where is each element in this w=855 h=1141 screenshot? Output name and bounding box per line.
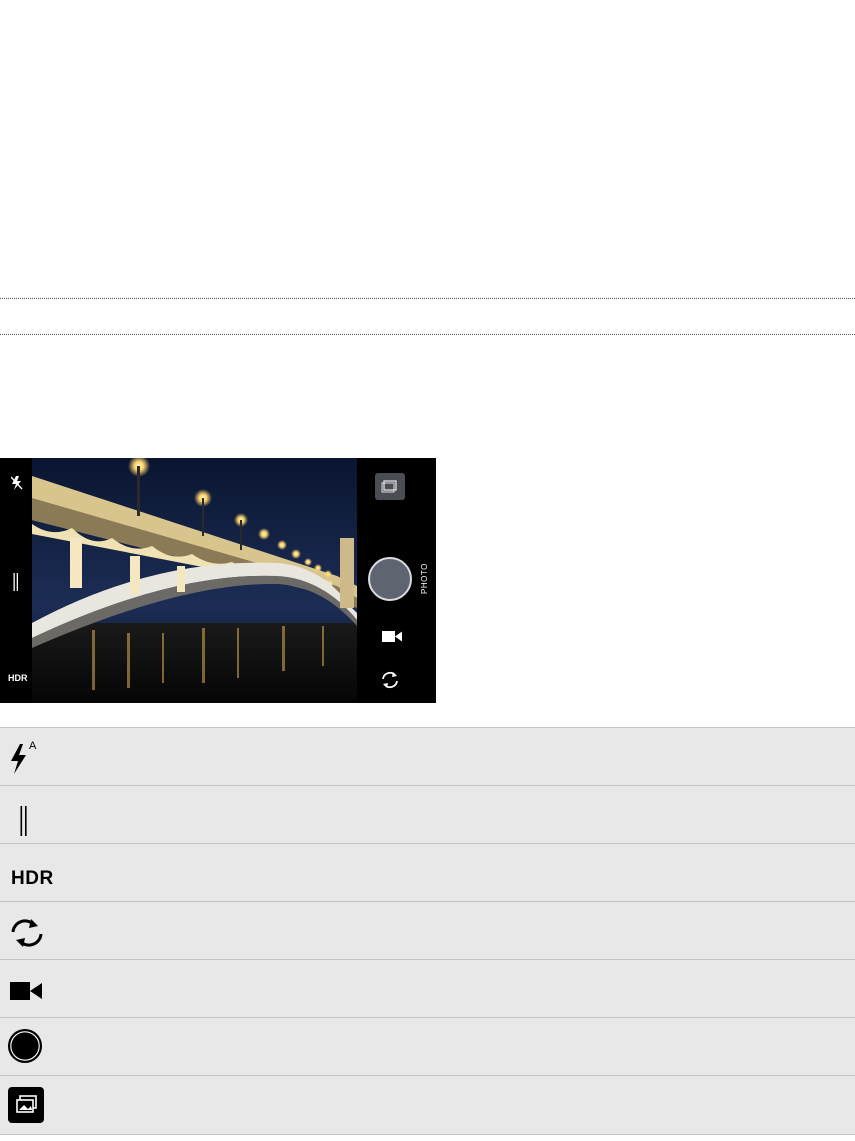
gallery-icon [8,1087,44,1123]
tone-slider-icon[interactable] [13,573,19,596]
divider-top [0,298,855,299]
viewfinder-image [32,458,357,703]
divider-bottom [0,334,855,335]
icon-legend-table: A HDR [0,727,855,1135]
gallery-icon[interactable] [375,473,405,505]
flash-auto-icon: A [9,740,45,776]
switch-camera-icon [9,916,45,950]
shutter-icon [7,1028,43,1064]
video-icon[interactable] [382,630,402,648]
tone-slider-icon [20,804,56,838]
legend-row-gallery [0,1075,855,1135]
legend-row-shutter [0,1017,855,1075]
legend-row-flash: A [0,727,855,785]
hdr-icon[interactable]: HDR [8,673,28,683]
shutter-button[interactable] [368,557,412,601]
video-icon [10,974,46,1008]
flash-off-icon[interactable] [10,476,23,495]
hdr-label: HDR [11,868,54,889]
switch-camera-icon[interactable] [380,670,400,695]
flash-auto-label: A [29,740,37,752]
legend-row-video [0,959,855,1017]
legend-row-hdr: HDR [0,843,855,901]
legend-row-tone-slider [0,785,855,843]
mode-label[interactable]: PHOTO [420,563,429,594]
legend-row-switch-camera [0,901,855,959]
hdr-icon: HDR [11,862,53,896]
